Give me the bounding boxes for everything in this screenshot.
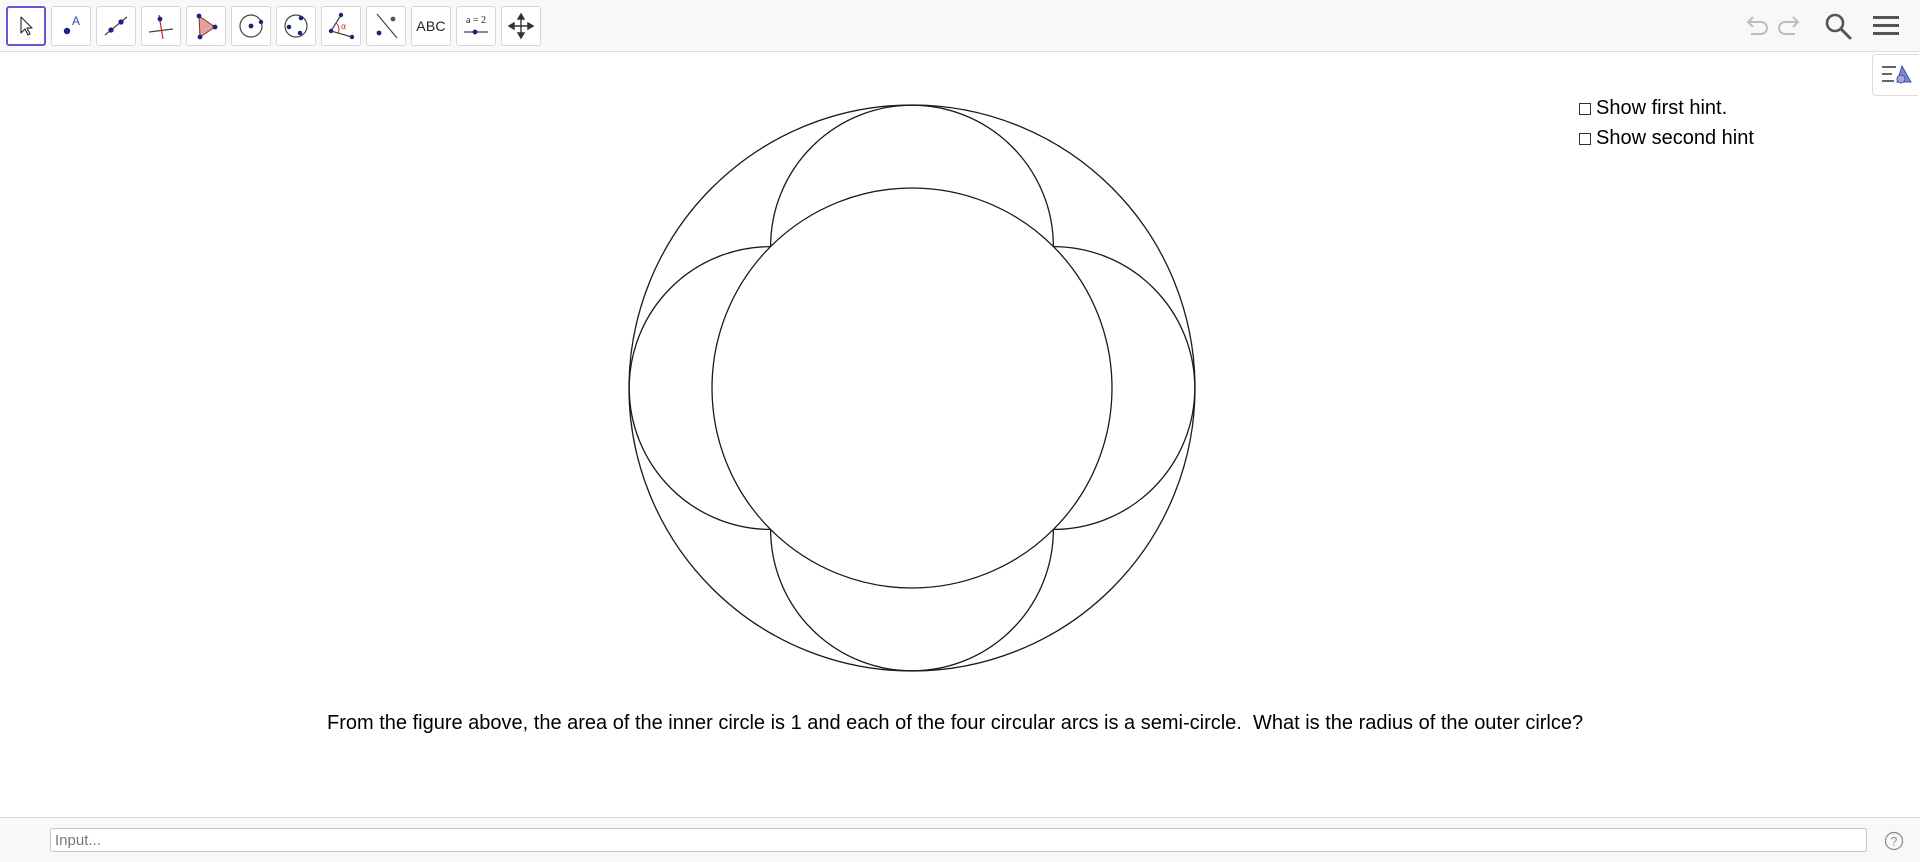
main-menu-button[interactable] — [1868, 8, 1904, 44]
reflect-line-icon — [376, 13, 398, 39]
tool-move[interactable] — [6, 6, 46, 46]
point-icon: A — [63, 14, 80, 35]
tool-line[interactable] — [96, 6, 136, 46]
tool-text[interactable]: ABC — [411, 6, 451, 46]
graphics-view[interactable]: Show first hint. Show second hint From t… — [0, 52, 1920, 817]
slider-label: a = 2 — [466, 15, 486, 26]
redo-button[interactable] — [1773, 8, 1809, 44]
tool-perpendicular[interactable] — [141, 6, 181, 46]
semicircle-arc-top — [769, 104, 1055, 247]
geogebra-app: A α ABC a = 2 Show first hint. Show seco… — [0, 0, 1920, 862]
tool-angle[interactable]: α — [321, 6, 361, 46]
text-icon: ABC — [416, 18, 446, 34]
tool-polygon[interactable] — [186, 6, 226, 46]
checkbox-label: Show first hint. — [1596, 97, 1728, 119]
slider-icon: a = 2 — [464, 15, 488, 35]
checkbox-first-hint[interactable]: Show first hint. — [1579, 97, 1727, 120]
undo-icon — [1746, 16, 1768, 35]
semicircle-arc-bottom — [769, 529, 1055, 672]
geometry-figure — [628, 104, 1196, 672]
perpendicular-line-icon — [148, 14, 174, 40]
point-letter: A — [72, 14, 80, 28]
menu-icon — [1873, 16, 1899, 35]
semicircle-arc-left — [628, 245, 771, 531]
help-icon[interactable]: ? — [1884, 831, 1904, 851]
semicircle-arc-right — [1053, 245, 1196, 531]
redo-icon — [1778, 16, 1800, 35]
circle-center-icon — [239, 14, 264, 38]
undo-button[interactable] — [1737, 8, 1773, 44]
checkbox-second-hint[interactable]: Show second hint — [1579, 127, 1754, 150]
algebra-input[interactable] — [50, 828, 1867, 852]
tool-circle-center[interactable] — [231, 6, 271, 46]
input-bar: ? — [0, 817, 1920, 862]
checkbox-square[interactable] — [1579, 102, 1591, 115]
svg-text:?: ? — [1891, 835, 1898, 849]
inner-circle — [711, 187, 1113, 589]
line-through-points-icon — [104, 16, 128, 36]
tool-reflect[interactable] — [366, 6, 406, 46]
angle-symbol: α — [341, 22, 346, 31]
cursor-arrow-icon — [20, 16, 33, 36]
tool-slider[interactable]: a = 2 — [456, 6, 496, 46]
toolbar: A α ABC a = 2 — [0, 0, 1920, 52]
tool-point[interactable]: A — [51, 6, 91, 46]
move-graphics-view-icon — [508, 13, 534, 39]
outer-circle — [628, 104, 1196, 672]
polygon-icon — [196, 13, 218, 40]
checkbox-label: Show second hint — [1596, 127, 1754, 149]
search-button[interactable] — [1820, 8, 1856, 44]
question-text: From the figure above, the area of the i… — [327, 712, 1584, 734]
tool-circle-three-points[interactable] — [276, 6, 316, 46]
search-icon — [1825, 13, 1852, 40]
angle-icon: α — [328, 12, 355, 40]
checkbox-square[interactable] — [1579, 132, 1591, 145]
tool-move-graphics[interactable] — [501, 6, 541, 46]
circle-three-points-icon — [284, 14, 308, 38]
